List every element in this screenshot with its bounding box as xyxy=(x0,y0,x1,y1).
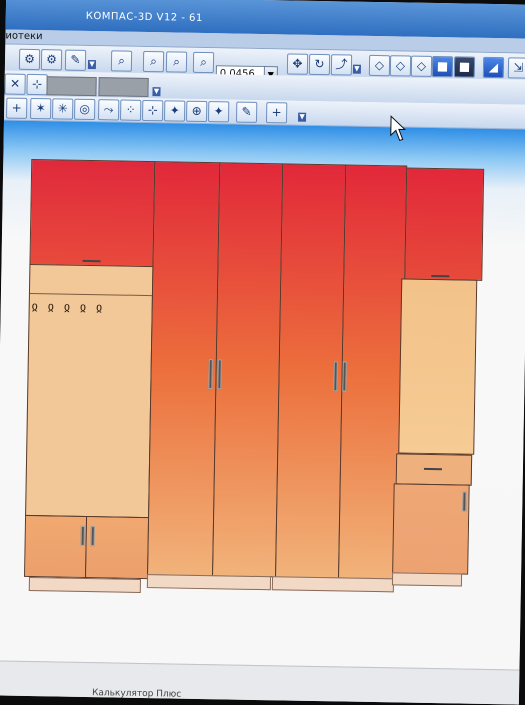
coordinate-x-field[interactable] xyxy=(46,76,97,97)
right-bottom-door xyxy=(392,483,470,575)
center-left-door-2 xyxy=(212,162,284,578)
handle xyxy=(431,274,450,278)
handle xyxy=(423,467,442,471)
toolbar-dropdown-icon[interactable]: ▼ xyxy=(87,59,97,70)
orientation-dropdown-icon[interactable]: ▼ xyxy=(352,64,361,74)
pin-icon[interactable]: ✕ xyxy=(4,73,26,95)
zoom-in-icon[interactable]: ⌕ xyxy=(165,51,188,73)
snap-circle-center-icon[interactable]: ⊕ xyxy=(185,100,208,123)
snap-add-icon[interactable]: + xyxy=(6,97,28,119)
manager-icon[interactable]: ⚙ xyxy=(40,49,63,71)
left-bottom-door-2 xyxy=(84,515,150,580)
shelf-line xyxy=(29,292,152,297)
right-drawer xyxy=(395,453,473,486)
shaded-edges-icon[interactable]: ■ xyxy=(453,56,476,78)
snap-curve-icon[interactable]: ✦ xyxy=(207,101,230,123)
mouse-cursor-icon xyxy=(390,115,407,142)
point-coordinates-icon[interactable]: ⊹ xyxy=(26,73,48,96)
left-open-niche: ჲჲჲჲჲ xyxy=(25,263,154,519)
center-left-plinth xyxy=(146,574,272,591)
wireframe-icon[interactable]: ◇ xyxy=(368,54,391,77)
snap-center-icon[interactable]: ⊹ xyxy=(141,99,164,122)
snap-tangent-icon[interactable]: ◎ xyxy=(73,98,96,121)
snap-point-icon[interactable]: ✦ xyxy=(163,100,186,122)
handle xyxy=(90,526,95,547)
handle xyxy=(208,359,213,390)
snap-grid-icon[interactable]: ⁘ xyxy=(119,99,142,121)
left-plinth xyxy=(28,577,141,593)
zoom-scale-icon[interactable]: ⌕ xyxy=(192,51,215,74)
rotate-icon[interactable]: ↻ xyxy=(308,53,331,76)
pencil-icon[interactable]: ✎ xyxy=(235,101,258,123)
center-right-plinth xyxy=(271,576,395,593)
edit-icon[interactable]: ✎ xyxy=(64,49,87,71)
center-left-door-1 xyxy=(147,161,221,577)
taskbar-calculator[interactable]: Калькулятор Плюс xyxy=(92,688,181,700)
measure-icon[interactable]: ⇲ xyxy=(507,57,525,79)
center-right-door-1 xyxy=(275,163,347,579)
monitor-screen: КОМПАС-3D V12 - 61 иотеки ⚙ ⚙ ✎ ▼ ⌕ ⌕ ⌕ … xyxy=(0,0,525,705)
handle xyxy=(462,491,467,512)
libraries-icon[interactable]: ⚙ xyxy=(18,48,41,71)
shaded-icon[interactable]: ■ xyxy=(431,55,454,78)
right-top-door xyxy=(404,167,485,281)
orientation-icon[interactable]: ⤴ xyxy=(330,54,353,76)
snap-normal-icon[interactable]: ⤳ xyxy=(97,99,120,121)
handle xyxy=(217,359,222,390)
handle xyxy=(333,361,338,392)
left-bottom-door-1 xyxy=(24,514,88,578)
snap-settings-icon[interactable]: + xyxy=(265,102,288,124)
window-title: КОМПАС-3D V12 - 61 xyxy=(85,10,203,24)
right-plinth xyxy=(391,572,463,587)
menu-item-libraries[interactable]: иотеки xyxy=(5,31,42,43)
properties-dropdown-icon[interactable]: ▼ xyxy=(152,87,161,97)
handle xyxy=(342,361,347,392)
snap-intersection-icon[interactable]: ✳ xyxy=(51,98,74,120)
snap-dropdown-icon[interactable]: ▼ xyxy=(297,112,307,122)
thin-lines-icon[interactable]: ◇ xyxy=(410,55,433,77)
drawing-canvas[interactable]: ჲჲჲჲჲ xyxy=(0,120,525,670)
zoom-window-icon[interactable]: ⌕ xyxy=(110,50,133,72)
handle xyxy=(82,259,101,263)
left-top-door xyxy=(29,158,156,268)
snap-nearest-icon[interactable]: ✶ xyxy=(29,97,52,120)
coordinate-y-field[interactable] xyxy=(98,77,149,98)
pan-icon[interactable]: ✥ xyxy=(286,53,309,75)
perspective-icon[interactable]: ◢ xyxy=(482,56,505,79)
handle xyxy=(80,525,85,546)
coat-hooks-icon: ჲჲჲჲჲ xyxy=(31,299,113,315)
right-open-niche xyxy=(398,278,478,455)
hidden-lines-icon[interactable]: ◇ xyxy=(389,55,412,77)
zoom-out-icon[interactable]: ⌕ xyxy=(142,50,165,73)
